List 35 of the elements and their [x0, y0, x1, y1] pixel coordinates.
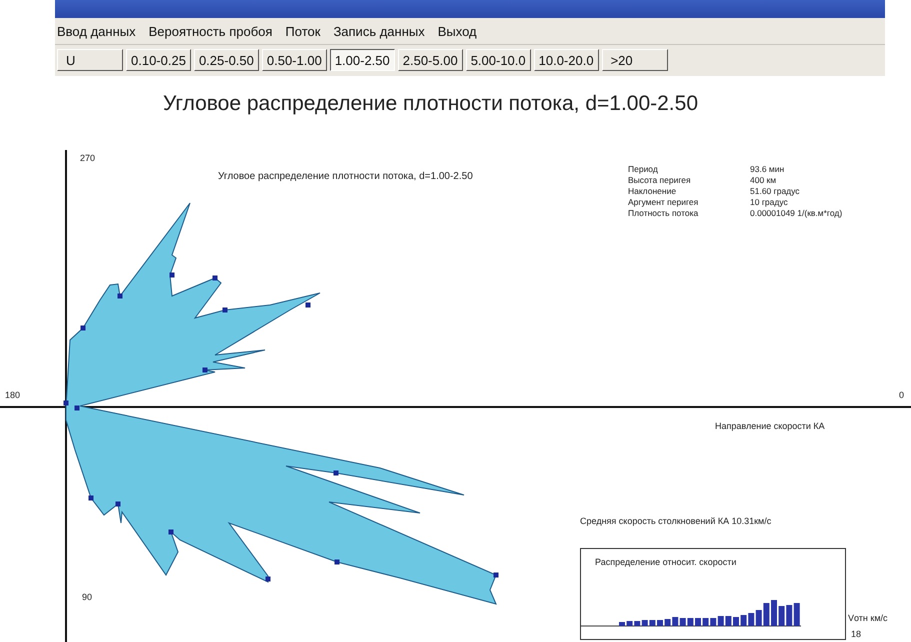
- menu-item[interactable]: Выход: [436, 24, 484, 38]
- angle-label: 270: [80, 153, 96, 163]
- menu-item[interactable]: Запись данных: [331, 24, 432, 38]
- param-name: Высота перигея: [628, 175, 692, 185]
- param-value: 400 км: [750, 175, 778, 185]
- param-name: Наклонение: [628, 186, 678, 196]
- axis-label: Vотн км/с: [848, 613, 888, 623]
- plot-title: Угловое распределение плотности потока, d=1.00-2.50: [218, 171, 473, 182]
- range-button[interactable]: 0.10-0.25: [126, 49, 191, 71]
- range-button[interactable]: 10.0-20.0: [534, 49, 599, 71]
- angle-label: 180: [5, 390, 20, 400]
- param-name: Аргумент перигея: [628, 197, 700, 207]
- axis-caption: Направление скорости КА: [715, 421, 825, 431]
- menu-item[interactable]: Вероятность пробоя: [146, 24, 280, 38]
- param-value: 10 градус: [750, 197, 789, 207]
- chart-heading: Угловое распределение плотности потока, d=1.00-2.50: [162, 92, 699, 116]
- angle-label: 90: [82, 592, 92, 602]
- angle-label: 0: [899, 390, 904, 400]
- range-button[interactable]: 5.00-10.0: [466, 49, 531, 71]
- param-value: 51.60 градус: [750, 186, 801, 196]
- param-name: Период: [628, 164, 659, 174]
- range-button[interactable]: 0.50-1.00: [262, 49, 327, 71]
- param-value: 93.6 мин: [750, 164, 786, 174]
- range-button[interactable]: >20: [602, 49, 668, 71]
- range-button[interactable]: 2.50-5.00: [398, 49, 463, 71]
- range-button[interactable]: U: [57, 49, 123, 71]
- range-button[interactable]: 0.25-0.50: [194, 49, 259, 71]
- axis-tick-label: 18: [851, 629, 862, 639]
- menu-item[interactable]: Поток: [283, 24, 328, 38]
- menu-item[interactable]: Ввод данных: [55, 24, 143, 38]
- param-value: 0.00001049 1/(кв.м*год): [750, 208, 842, 218]
- histogram-title: Распределение относит. скорости: [595, 557, 736, 567]
- mean-speed-text: Средняя скорость столкновений КА 10.31км/с: [580, 516, 772, 526]
- param-name: Плотность потока: [628, 208, 700, 218]
- range-button[interactable]: 1.00-2.50: [330, 49, 395, 71]
